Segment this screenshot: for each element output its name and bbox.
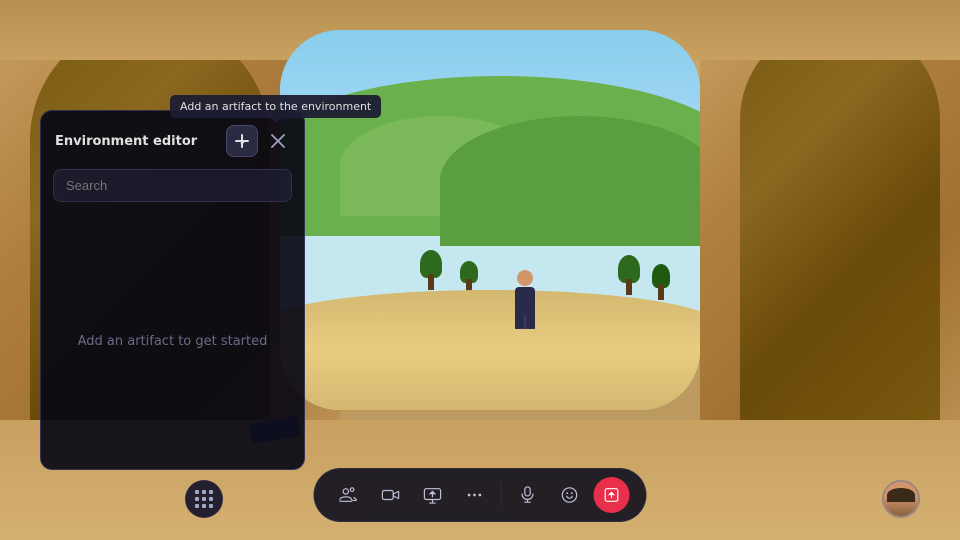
close-button[interactable] (266, 129, 290, 153)
tree-1 (420, 250, 442, 290)
toolbar-people-button[interactable] (331, 477, 367, 513)
share-icon (603, 486, 621, 504)
screen-share-icon (424, 486, 442, 504)
avatar-button[interactable] (882, 480, 920, 518)
hill-mid (440, 116, 700, 246)
add-artifact-button[interactable] (226, 125, 258, 157)
toolbar-emoji-button[interactable] (552, 477, 588, 513)
more-icon (466, 486, 484, 504)
toolbar-video-button[interactable] (373, 477, 409, 513)
apps-button[interactable] (185, 480, 223, 518)
video-icon (382, 486, 400, 504)
plus-icon (234, 133, 250, 149)
scene-avatar (510, 270, 540, 330)
search-area (41, 169, 304, 214)
empty-state-message: Add an artifact to get started (78, 334, 268, 349)
avatar-hair (887, 488, 915, 502)
toolbar-screen-button[interactable] (415, 477, 451, 513)
toolbar (314, 468, 647, 522)
panel-header-actions (226, 125, 290, 157)
window-opening (280, 30, 700, 410)
panel-header: Environment editor (41, 111, 304, 169)
search-input[interactable] (53, 169, 292, 202)
apps-grid-icon (195, 490, 214, 509)
toolbar-more-button[interactable] (457, 477, 493, 513)
arch-right (740, 20, 940, 440)
panel-content: Add an artifact to get started (41, 214, 304, 469)
people-icon (340, 486, 358, 504)
mic-icon (519, 486, 537, 504)
panel-title: Environment editor (55, 134, 197, 149)
ground-area (280, 290, 700, 410)
environment-panel: Environment editor Add an artifact to ge… (40, 110, 305, 470)
close-icon (271, 134, 285, 148)
avatar-face (884, 482, 918, 516)
toolbar-share-button[interactable] (594, 477, 630, 513)
tree-4 (652, 264, 670, 300)
tree-3 (618, 255, 640, 295)
toolbar-divider (501, 483, 502, 507)
emoji-icon (561, 486, 579, 504)
toolbar-mic-button[interactable] (510, 477, 546, 513)
